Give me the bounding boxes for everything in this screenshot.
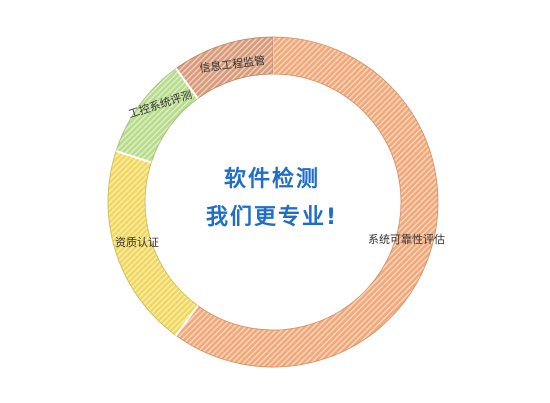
- segment-label-1: 系统可靠性评估: [368, 232, 445, 246]
- donut-chart: 系统可靠性评估资质认证工控系统评测信息工程监管 软件检测 我们更专业!: [107, 36, 445, 368]
- segment-label-2: 资质认证: [115, 236, 159, 249]
- center-text-line-2: 我们更专业!: [206, 204, 338, 230]
- donut-segments: [107, 36, 439, 368]
- center-text-line-1: 软件检测: [224, 166, 320, 192]
